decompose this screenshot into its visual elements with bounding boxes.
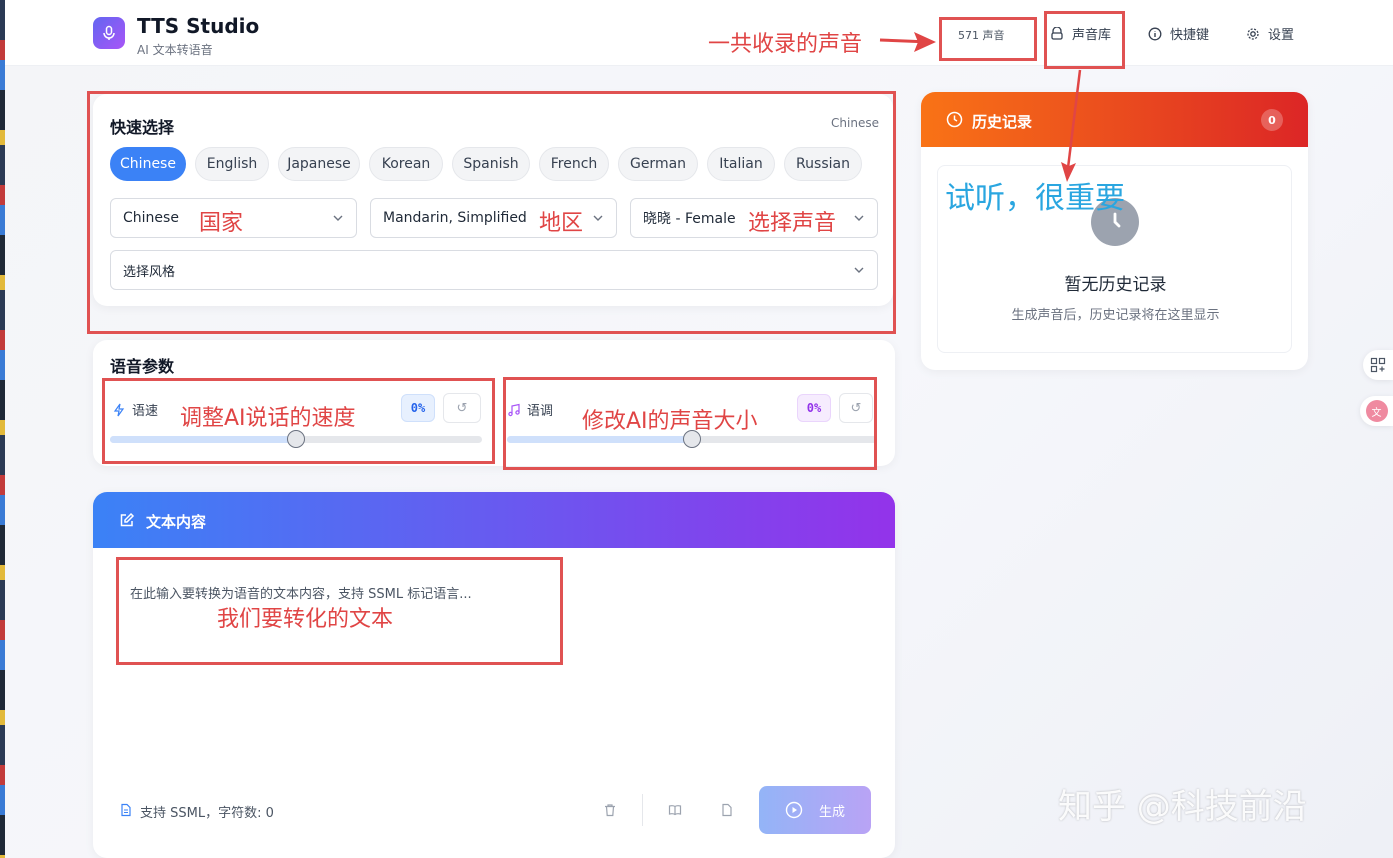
voice-select-value: 晓晓 - Female bbox=[643, 211, 736, 227]
language-pill-french[interactable]: French bbox=[539, 147, 609, 181]
annotation-voice: 选择声音 bbox=[748, 211, 837, 236]
character-count: 支持 SSML，字符数: 0 bbox=[140, 806, 274, 821]
text-content-card: 文本内容 在此输入要转换为语音的文本内容，支持 SSML 标记语言... 支持 … bbox=[93, 492, 895, 858]
generate-label: 生成 bbox=[818, 804, 845, 820]
generate-button[interactable]: 生成 bbox=[759, 786, 871, 834]
rate-label-text: 语速 bbox=[132, 404, 159, 419]
language-pill-russian[interactable]: Russian bbox=[784, 147, 862, 181]
rate-value: 0% bbox=[401, 394, 435, 422]
gear-icon bbox=[1247, 27, 1259, 40]
annotation-preview: 试听，很重要 bbox=[945, 181, 1125, 216]
play-icon bbox=[785, 801, 803, 819]
apps-grid-icon bbox=[1370, 357, 1386, 373]
rate-label: 语速 bbox=[112, 400, 158, 419]
lightning-icon bbox=[113, 403, 125, 416]
shortcuts-label: 快捷键 bbox=[1170, 28, 1210, 43]
rate-slider-thumb[interactable] bbox=[287, 430, 305, 448]
language-pill-spanish[interactable]: Spanish bbox=[452, 147, 530, 181]
rate-slider[interactable] bbox=[110, 430, 482, 448]
desktop-edge bbox=[0, 0, 5, 858]
language-pill-english[interactable]: English bbox=[195, 147, 269, 181]
info-icon bbox=[1148, 27, 1162, 40]
microphone-logo-icon bbox=[93, 17, 125, 49]
pitch-slider[interactable] bbox=[507, 430, 877, 448]
language-pill-german[interactable]: German bbox=[618, 147, 698, 181]
history-count-badge: 0 bbox=[1261, 109, 1283, 131]
text-content-title: 文本内容 bbox=[146, 513, 207, 531]
library-icon bbox=[1051, 26, 1063, 40]
pitch-value: 0% bbox=[797, 394, 831, 422]
voice-params-title: 语音参数 bbox=[110, 357, 175, 376]
language-pill-chinese[interactable]: Chinese bbox=[110, 147, 186, 181]
language-pill-japanese[interactable]: Japanese bbox=[278, 147, 360, 181]
book-button[interactable] bbox=[665, 800, 685, 820]
annotation-rate: 调整AI说话的速度 bbox=[180, 406, 356, 431]
pitch-reset-button[interactable]: ↺ bbox=[839, 393, 873, 423]
edit-icon bbox=[120, 512, 135, 527]
voice-library-label: 声音库 bbox=[1072, 28, 1112, 43]
settings-label: 设置 bbox=[1268, 28, 1295, 43]
quick-select-title: 快速选择 bbox=[110, 118, 175, 137]
current-language-label: Chinese bbox=[831, 116, 879, 130]
chevron-down-icon bbox=[593, 215, 603, 221]
watermark: 知乎 @科技前沿 bbox=[1058, 787, 1307, 827]
style-select[interactable]: 选择风格 bbox=[110, 250, 878, 290]
annotation-voice-count: 一共收录的声音 bbox=[708, 32, 863, 57]
translate-icon: 文 bbox=[1365, 400, 1388, 422]
region-select-value: Mandarin, Simplified bbox=[383, 210, 527, 226]
annotation-text: 我们要转化的文本 bbox=[217, 607, 394, 632]
translate-side-button[interactable]: 文 bbox=[1360, 396, 1393, 426]
annotation-region: 地区 bbox=[539, 211, 584, 236]
rate-reset-button[interactable]: ↺ bbox=[443, 393, 481, 423]
annotation-pitch: 修改AI的声音大小 bbox=[582, 409, 758, 434]
annotation-country: 国家 bbox=[199, 211, 244, 236]
file-icon bbox=[722, 803, 732, 817]
language-pill-italian[interactable]: Italian bbox=[707, 147, 775, 181]
book-icon bbox=[668, 805, 682, 816]
file-button[interactable] bbox=[717, 800, 737, 820]
settings-button[interactable]: 设置 bbox=[1246, 24, 1294, 43]
history-card: 历史记录 0 暂无历史记录 生成声音后，历史记录将在这里显示 bbox=[921, 92, 1308, 370]
shortcuts-button[interactable]: 快捷键 bbox=[1148, 24, 1209, 43]
pitch-label: 语调 bbox=[507, 400, 553, 419]
text-input[interactable]: 在此输入要转换为语音的文本内容，支持 SSML 标记语言... bbox=[130, 583, 472, 602]
history-empty-description: 生成声音后，历史记录将在这里显示 bbox=[1011, 308, 1220, 323]
rate-slider-fill bbox=[110, 436, 296, 443]
clear-button[interactable] bbox=[600, 800, 620, 820]
document-icon bbox=[121, 803, 131, 817]
clock-icon bbox=[946, 111, 963, 128]
voice-library-button[interactable]: 声音库 bbox=[1050, 24, 1111, 43]
pitch-slider-fill bbox=[507, 436, 692, 443]
apps-side-button[interactable] bbox=[1363, 350, 1393, 380]
app-title: TTS Studio bbox=[137, 14, 260, 38]
trash-icon bbox=[605, 804, 615, 817]
history-header: 历史记录 0 bbox=[921, 92, 1308, 147]
toolbar-divider bbox=[642, 794, 643, 826]
pitch-label-text: 语调 bbox=[527, 404, 554, 419]
language-pill-korean[interactable]: Korean bbox=[369, 147, 443, 181]
history-empty-title: 暂无历史记录 bbox=[1064, 275, 1167, 295]
country-select-value: Chinese bbox=[123, 210, 179, 226]
text-content-header: 文本内容 bbox=[93, 492, 895, 548]
history-title: 历史记录 bbox=[972, 113, 1033, 131]
music-note-icon bbox=[508, 403, 520, 416]
voice-count-badge: 571 声音 bbox=[958, 29, 1005, 42]
style-select-placeholder: 选择风格 bbox=[123, 264, 176, 280]
chevron-down-icon bbox=[333, 215, 343, 221]
app-subtitle: AI 文本转语音 bbox=[137, 43, 213, 57]
chevron-down-icon bbox=[854, 267, 864, 273]
chevron-down-icon bbox=[854, 215, 864, 221]
